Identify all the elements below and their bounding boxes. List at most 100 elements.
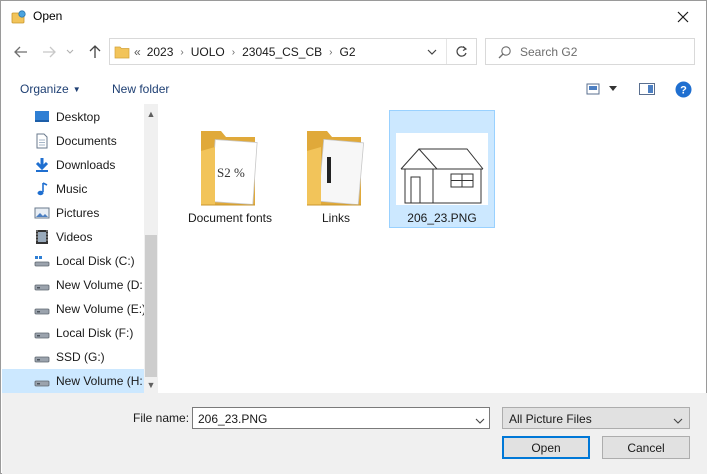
open-file-dialog: Open « 2023 › UOLO › 23045_CS_CB › G2 Se… (0, 0, 707, 474)
organize-menu-button[interactable]: Organize ▼ (20, 82, 81, 96)
file-item-206-23-png[interactable]: 206_23.PNG (389, 110, 495, 228)
file-name: 206_23.PNG (407, 211, 477, 225)
file-name-input[interactable] (198, 411, 468, 426)
scroll-up-icon[interactable]: ▲ (144, 107, 158, 121)
search-box[interactable] (485, 38, 695, 65)
music-icon (34, 181, 50, 197)
nav-item-desktop[interactable]: Desktop (2, 105, 144, 129)
view-options-icon (586, 83, 600, 95)
app-icon (11, 9, 27, 25)
file-item-document-fonts[interactable]: S2 % Document fonts (177, 110, 283, 228)
nav-item-drive-d[interactable]: New Volume (D: (2, 273, 144, 297)
nav-item-label: Pictures (56, 206, 100, 220)
nav-item-documents[interactable]: Documents (2, 129, 144, 153)
documents-icon (34, 133, 50, 149)
title-bar: Open (1, 1, 706, 32)
file-item-links[interactable]: Links (283, 110, 389, 228)
nav-item-music[interactable]: Music (2, 177, 144, 201)
close-button[interactable] (660, 1, 706, 32)
file-name: Links (321, 211, 350, 225)
nav-item-label: Local Disk (C:) (56, 254, 135, 268)
nav-item-label: Music (56, 182, 88, 196)
file-name: Document fonts (187, 211, 273, 225)
breadcrumb-separator-icon[interactable]: › (329, 47, 332, 58)
svg-text:?: ? (680, 84, 687, 96)
breadcrumb-item[interactable]: UOLO (191, 45, 225, 59)
up-button[interactable] (85, 41, 105, 63)
scrollbar-thumb[interactable] (145, 235, 157, 377)
help-button[interactable]: ? (675, 80, 692, 98)
pictures-icon (34, 205, 50, 221)
back-button[interactable] (11, 41, 31, 63)
search-input[interactable] (520, 44, 690, 60)
nav-item-label: SSD (G:) (56, 350, 105, 364)
folder-icon (114, 44, 130, 59)
nav-item-videos[interactable]: Videos (2, 225, 144, 249)
refresh-button[interactable] (446, 39, 476, 64)
search-icon (498, 45, 512, 62)
recent-locations-button[interactable] (63, 41, 77, 63)
videos-icon (34, 229, 50, 245)
cancel-button[interactable]: Cancel (602, 436, 690, 459)
arrow-up-icon (89, 45, 101, 58)
address-history-button[interactable] (426, 46, 440, 58)
desktop-icon (34, 109, 50, 125)
caret-down-icon (609, 86, 617, 91)
open-button[interactable]: Open (502, 436, 590, 459)
preview-pane-button[interactable] (639, 80, 655, 98)
scroll-down-icon[interactable]: ▼ (144, 378, 158, 392)
nav-item-label: Desktop (56, 110, 101, 124)
address-bar[interactable]: « 2023 › UOLO › 23045_CS_CB › G2 (109, 38, 477, 65)
nav-item-label: New Volume (D: (56, 278, 143, 292)
svg-text:S2 %: S2 % (217, 165, 245, 180)
downloads-icon (34, 157, 50, 173)
drive-icon (34, 325, 50, 341)
nav-item-drive-f[interactable]: Local Disk (F:) (2, 321, 144, 345)
nav-item-drive-h[interactable]: New Volume (H: (2, 369, 144, 393)
file-name-combobox[interactable] (192, 407, 490, 429)
view-menu-button[interactable] (609, 80, 617, 98)
house-drawing-thumbnail (396, 133, 488, 205)
navigation-scrollbar[interactable]: ▲ ▼ (144, 104, 158, 393)
arrow-left-icon (14, 46, 27, 58)
nav-item-drive-g[interactable]: SSD (G:) (2, 345, 144, 369)
breadcrumb-separator-icon[interactable]: › (180, 47, 183, 58)
close-icon (677, 11, 689, 22)
drive-icon (34, 277, 50, 293)
breadcrumb-item[interactable]: 2023 (147, 45, 174, 59)
file-type-value: All Picture Files (509, 412, 592, 426)
preview-pane-icon (639, 83, 655, 95)
refresh-icon (456, 46, 468, 57)
chevron-down-icon (427, 49, 437, 55)
help-icon: ? (675, 81, 692, 97)
folder-icon (307, 131, 365, 206)
nav-item-pictures[interactable]: Pictures (2, 201, 144, 225)
system-drive-icon (34, 253, 50, 269)
chevron-down-icon[interactable] (475, 414, 485, 424)
organize-label: Organize (20, 82, 69, 96)
breadcrumb-separator-icon[interactable]: › (232, 47, 235, 58)
nav-item-label: New Volume (H: (56, 374, 143, 388)
breadcrumb: « 2023 › UOLO › 23045_CS_CB › G2 (134, 45, 356, 59)
file-name-label: File name: (133, 411, 190, 425)
arrow-right-icon (43, 46, 56, 58)
window-title: Open (33, 9, 63, 23)
nav-item-downloads[interactable]: Downloads (2, 153, 144, 177)
nav-item-drive-c[interactable]: Local Disk (C:) (2, 249, 144, 273)
nav-item-drive-e[interactable]: New Volume (E:) (2, 297, 144, 321)
breadcrumb-item[interactable]: 23045_CS_CB (242, 45, 322, 59)
change-view-button[interactable] (586, 80, 600, 98)
new-folder-button[interactable]: New folder (112, 82, 169, 96)
file-type-select[interactable]: All Picture Files (502, 407, 690, 429)
caret-down-icon: ▼ (72, 85, 81, 94)
forward-button[interactable] (39, 41, 59, 63)
breadcrumb-overflow[interactable]: « (134, 45, 141, 59)
nav-item-label: New Volume (E:) (56, 302, 144, 316)
chevron-down-icon (66, 49, 74, 54)
drive-icon (34, 373, 50, 389)
breadcrumb-item[interactable]: G2 (340, 45, 356, 59)
navigation-pane: Desktop Documents Downloads Music Pictur… (2, 104, 158, 393)
nav-item-label: Local Disk (F:) (56, 326, 134, 340)
drive-icon (34, 349, 50, 365)
drive-icon (34, 301, 50, 317)
